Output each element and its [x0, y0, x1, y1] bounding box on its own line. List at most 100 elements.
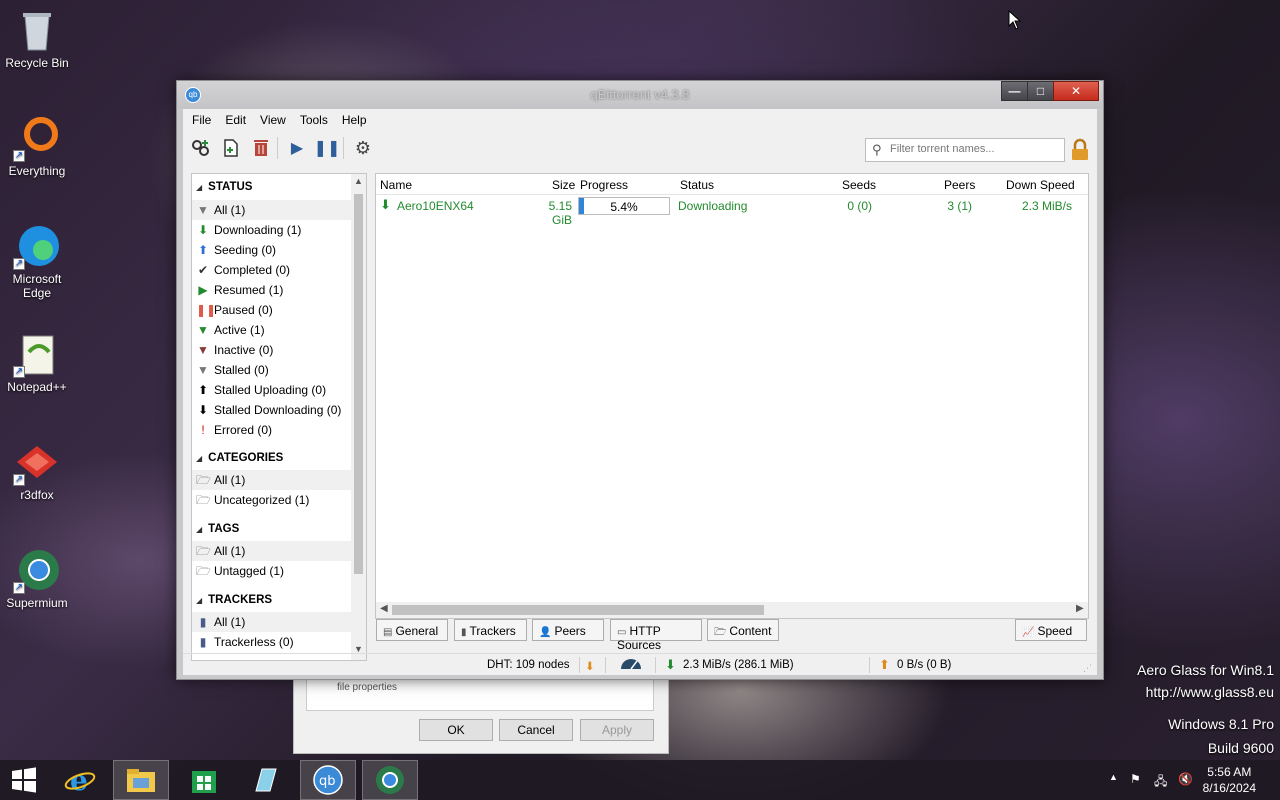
column-header-status[interactable]: Status [680, 178, 714, 192]
network-icon[interactable]: 🖧 [1154, 772, 1167, 793]
table-row[interactable]: ⬇ Aero10ENX64 5.15 GiB 5.4% Downloading … [376, 196, 1088, 227]
menu-help[interactable]: Help [333, 109, 372, 127]
scroll-left-arrow-icon[interactable]: ◀ [380, 603, 388, 614]
tab-general[interactable]: ▤ General [376, 619, 448, 641]
horizontal-scrollbar[interactable]: ◀ ▶ [376, 602, 1088, 618]
sidebar-status-item[interactable]: ✔ Completed (0) [192, 260, 352, 280]
scrollbar-thumb[interactable] [392, 605, 764, 615]
desktop-icon-edge[interactable]: ↗ Microsoft Edge [2, 222, 72, 300]
add-torrent-link-button[interactable] [189, 136, 213, 160]
sidebar-status-item[interactable]: ▶ Resumed (1) [192, 280, 352, 300]
tab-label: General [395, 624, 439, 638]
cancel-button[interactable]: Cancel [499, 719, 573, 741]
apply-button[interactable]: Apply [580, 719, 654, 741]
desktop-icon-supermium[interactable]: ↗ Supermium [2, 546, 72, 610]
windows-logo-icon [12, 767, 36, 793]
maximize-button[interactable]: □ [1027, 81, 1054, 101]
filter-torrent-input[interactable]: ⚲ Filter torrent names... [865, 138, 1065, 162]
column-header-size[interactable]: Size [552, 178, 575, 192]
supermium-icon: ↗ [13, 546, 61, 594]
close-button[interactable]: ✕ [1053, 81, 1099, 101]
menu-edit[interactable]: Edit [216, 109, 251, 127]
start-button[interactable] [0, 760, 48, 800]
status-section-header[interactable]: ◢ STATUS [196, 181, 252, 193]
folder-icon: 🗁 [714, 627, 727, 638]
tracker-label: Trackerless (0) [214, 635, 294, 649]
show-hidden-icons-chevron-icon[interactable]: ▲ [1109, 772, 1118, 782]
sidebar-scrollbar[interactable]: ▲ ▼ [351, 174, 366, 660]
scroll-up-arrow-icon[interactable]: ▲ [351, 176, 366, 186]
categories-section-header[interactable]: ◢ CATEGORIES [196, 452, 283, 464]
clock-date: 8/16/2024 [1202, 781, 1256, 795]
store-taskbar-button[interactable] [176, 760, 232, 800]
ok-button[interactable]: OK [419, 719, 493, 741]
desktop-icon-everything[interactable]: ↗ Everything [2, 114, 72, 178]
sidebar-status-item[interactable]: ▼ Stalled (0) [192, 360, 352, 380]
category-item-all[interactable]: 🗁 All (1) [192, 470, 352, 490]
sidebar-status-item[interactable]: ⬇ Stalled Downloading (0) [192, 400, 352, 420]
lock-icon[interactable] [1069, 138, 1091, 162]
speed-limit-icon[interactable] [619, 656, 643, 673]
qbittorrent-taskbar-button[interactable]: qb [300, 760, 356, 800]
upload-speed[interactable]: 0 B/s (0 B) [897, 659, 951, 671]
taskbar-clock[interactable]: 5:56 AM 8/16/2024 [1203, 764, 1256, 796]
sidebar-status-item[interactable]: ▼ All (1) [192, 200, 352, 220]
download-speed[interactable]: 2.3 MiB/s (286.1 MiB) [683, 659, 794, 671]
volume-muted-icon[interactable]: 🔇 [1178, 772, 1193, 786]
menu-tools[interactable]: Tools [291, 109, 333, 127]
tracker-item-all[interactable]: ▮ All (1) [192, 612, 352, 632]
pause-button[interactable]: ❚❚ [314, 136, 341, 160]
desktop-icon-r3dfox[interactable]: ↗ r3dfox [2, 438, 72, 502]
tab-speed[interactable]: 📈 Speed [1015, 619, 1087, 641]
resume-button[interactable]: ▶ [285, 136, 309, 160]
desktop-icon-recycle-bin[interactable]: Recycle Bin [2, 6, 72, 70]
tab-http-sources[interactable]: ▭ HTTP Sources [610, 619, 702, 652]
column-header-progress[interactable]: Progress [580, 178, 628, 192]
tab-peers[interactable]: 👤 Peers [532, 619, 604, 641]
resize-grip-icon[interactable]: ⋰ [1083, 663, 1092, 674]
aero-glass-taskbar-button[interactable] [237, 760, 293, 800]
sidebar-status-item[interactable]: ▼ Active (1) [192, 320, 352, 340]
watermark-line: Build 9600 [1207, 740, 1274, 756]
status-filter-icon: ❚❚ [196, 303, 217, 317]
table-header: Name Size Progress Status Seeds Peers Do… [376, 174, 1088, 195]
supermium-taskbar-button[interactable] [362, 760, 418, 800]
column-header-name[interactable]: Name [380, 178, 412, 192]
tab-content[interactable]: 🗁 Content [707, 619, 779, 641]
tracker-item-trackerless[interactable]: ▮ Trackerless (0) [192, 632, 352, 652]
category-item-uncategorized[interactable]: 🗁 Uncategorized (1) [192, 490, 352, 510]
notepadpp-icon: ↗ [13, 330, 61, 378]
sidebar-status-item[interactable]: ▼ Inactive (0) [192, 340, 352, 360]
sidebar-status-item[interactable]: ⬆ Stalled Uploading (0) [192, 380, 352, 400]
sidebar-status-item[interactable]: ⬆ Seeding (0) [192, 240, 352, 260]
connection-status-icon[interactable]: ⬇ [585, 659, 595, 673]
sidebar-status-item[interactable]: ❚❚ Paused (0) [192, 300, 352, 320]
trackers-section-header[interactable]: ◢ TRACKERS [196, 594, 272, 606]
sidebar-status-item[interactable]: ! Errored (0) [192, 420, 352, 440]
add-torrent-file-button[interactable] [219, 136, 243, 160]
title-bar[interactable]: qb qBittorrent v4.3.8 — □ ✕ [177, 81, 1103, 109]
column-header-seeds[interactable]: Seeds [842, 178, 876, 192]
scrollbar-thumb[interactable] [354, 194, 363, 574]
options-button[interactable]: ⚙ [351, 136, 375, 160]
tags-section-header[interactable]: ◢ TAGS [196, 523, 239, 535]
upload-arrow-icon: ⬆ [879, 657, 890, 672]
menu-file[interactable]: File [183, 109, 216, 127]
minimize-button[interactable]: — [1001, 81, 1028, 101]
column-header-down-speed[interactable]: Down Speed [1006, 178, 1075, 192]
sidebar-item-label: Seeding (0) [214, 243, 277, 257]
tag-item-untagged[interactable]: 🗁 Untagged (1) [192, 561, 352, 581]
scroll-right-arrow-icon[interactable]: ▶ [1076, 603, 1084, 614]
delete-torrent-button[interactable] [249, 136, 273, 160]
menu-view[interactable]: View [251, 109, 291, 127]
tab-label: Peers [554, 624, 586, 638]
tag-item-all[interactable]: 🗁 All (1) [192, 541, 352, 561]
desktop-icon-notepadpp[interactable]: ↗ Notepad++ [2, 330, 72, 394]
column-header-peers[interactable]: Peers [944, 178, 975, 192]
tab-trackers[interactable]: ▮ Trackers [454, 619, 527, 641]
action-center-flag-icon[interactable]: ⚑ [1130, 772, 1141, 786]
sidebar-status-item[interactable]: ⬇ Downloading (1) [192, 220, 352, 240]
clock-time: 5:56 AM [1207, 765, 1252, 779]
internet-explorer-taskbar-button[interactable]: e [52, 760, 108, 800]
file-explorer-taskbar-button[interactable] [113, 760, 169, 800]
